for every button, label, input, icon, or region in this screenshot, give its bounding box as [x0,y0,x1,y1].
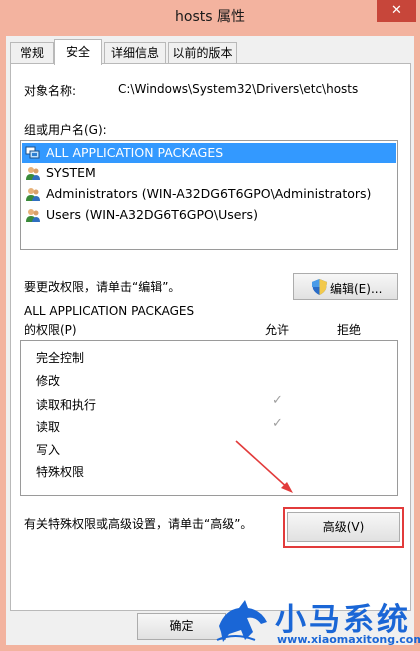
tab-security[interactable]: 安全 [54,39,102,65]
user-name: ALL APPLICATION PACKAGES [46,145,224,160]
user-name: SYSTEM [46,165,96,180]
list-item[interactable]: Administrators (WIN-A32DG6T6GPO\Administ… [22,184,396,204]
watermark-url: www.xiaomaxitong.com [277,633,420,646]
column-allow: 允许 [265,323,290,337]
permission-name: 读取和执行 [36,398,97,412]
object-name-label: 对象名称: [24,84,77,98]
uac-shield-icon [312,279,327,295]
column-deny: 拒绝 [337,323,362,337]
tab-previous-versions[interactable]: 以前的版本 [168,42,237,63]
advanced-button[interactable]: 高级(V) [287,512,400,542]
allow-check-icon: ✓ [272,416,283,431]
allow-check-icon: ✓ [272,393,283,408]
window-title: hosts 属性 [175,9,245,25]
permission-name: 完全控制 [36,351,85,365]
permission-name: 写入 [36,443,61,457]
annotation-arrow-icon [235,440,293,493]
horse-logo-icon [216,600,267,642]
edit-button[interactable]: 编辑(E)... [293,273,398,300]
title-bar[interactable]: hosts 属性 ✕ [0,0,420,36]
watermark-logo: 小马系统 www.xiaomaxitong.com [215,592,420,651]
permission-name: 特殊权限 [36,465,85,479]
permissions-for-label: ALL APPLICATION PACKAGES [24,304,195,318]
close-button[interactable]: ✕ [377,0,416,22]
list-item[interactable]: SYSTEM [22,163,396,183]
permission-name: 修改 [36,374,61,388]
users-icon [26,209,40,222]
change-permissions-hint: 要更改权限，请单击“编辑”。 [24,280,181,294]
properties-window: hosts 属性 ✕ 常规 安全 详细信息 以前的版本 对象名称: C:\Win… [0,0,420,651]
object-path: C:\Windows\System32\Drivers\etc\hosts [118,82,359,96]
user-listbox[interactable]: ALL APPLICATION PACKAGES SYSTEM Administ… [20,140,398,250]
edit-button-label: 编辑(E)... [330,282,383,296]
users-icon [26,188,40,201]
advanced-hint: 有关特殊权限或高级设置，请单击“高级”。 [24,517,253,531]
list-item[interactable]: ALL APPLICATION PACKAGES [22,143,396,163]
user-name: Users (WIN-A32DG6T6GPO\Users) [46,207,258,222]
user-name: Administrators (WIN-A32DG6T6GPO\Administ… [46,186,372,201]
list-item[interactable]: Users (WIN-A32DG6T6GPO\Users) [22,205,396,225]
ok-button[interactable]: 确定 [137,613,226,640]
tab-details[interactable]: 详细信息 [104,42,166,63]
app-packages-icon [25,146,40,159]
group-user-label: 组或用户名(G): [24,123,107,137]
tab-general[interactable]: 常规 [10,42,54,63]
permissions-label: 的权限(P) [24,323,77,337]
users-icon [26,167,40,180]
permission-name: 读取 [36,420,61,434]
